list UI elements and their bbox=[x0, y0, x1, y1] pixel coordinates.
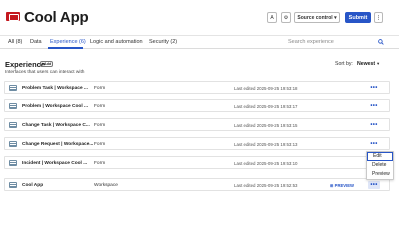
submit-button[interactable]: Submit bbox=[345, 12, 371, 23]
item-type: Form bbox=[94, 122, 106, 128]
item-type: Form bbox=[94, 85, 106, 91]
tab-logic-automation[interactable]: Logic and automation bbox=[90, 39, 143, 45]
row-menu-icon[interactable]: ••• bbox=[368, 121, 380, 129]
app-logo-icon bbox=[6, 12, 20, 21]
list-item[interactable]: Cool App Workspace Last edited 2025-09-2… bbox=[4, 178, 390, 191]
more-options-icon[interactable]: ⋮ bbox=[374, 12, 383, 23]
tab-all[interactable]: All (8) bbox=[8, 39, 22, 45]
item-type: Form bbox=[94, 160, 106, 166]
item-name[interactable]: Change Task | Workspace C... bbox=[22, 123, 90, 128]
tab-data[interactable]: Data bbox=[30, 39, 42, 45]
item-last-edited: Last edited 2025-09-25 19:53:13 bbox=[234, 141, 298, 147]
search-icon[interactable] bbox=[378, 39, 384, 45]
list-item[interactable]: Problem Task | Workspace ... Form Last e… bbox=[4, 81, 390, 94]
item-type: Form bbox=[94, 141, 106, 147]
preview-link[interactable]: ⊞ PREVIEW bbox=[330, 183, 354, 188]
chevron-down-icon[interactable]: ▾ bbox=[377, 61, 379, 67]
item-last-edited: Last edited 2025-09-25 19:52:53 bbox=[234, 182, 298, 188]
row-menu-icon[interactable]: ••• bbox=[368, 84, 380, 92]
item-name[interactable]: Incident | Workspace Cool ... bbox=[22, 161, 87, 166]
app-header: Cool App A ⚙ Source control ▾ Submit ⋮ bbox=[0, 0, 399, 36]
workspace-icon bbox=[9, 182, 17, 188]
settings-gear-icon[interactable]: ⚙ bbox=[281, 12, 291, 23]
menu-item-preview[interactable]: Preview bbox=[367, 170, 393, 179]
item-name[interactable]: Cool App bbox=[22, 183, 43, 188]
search-placeholder: Search experience bbox=[288, 39, 334, 45]
list-item[interactable]: Problem | Workspace Cool ... Form Last e… bbox=[4, 99, 390, 112]
ai-assist-button[interactable]: A bbox=[267, 12, 277, 23]
form-icon bbox=[9, 160, 17, 166]
menu-item-delete[interactable]: Delete bbox=[367, 161, 393, 170]
row-menu-icon[interactable]: ••• bbox=[368, 181, 380, 189]
item-name[interactable]: Change Request | Workspace... bbox=[22, 142, 93, 147]
item-last-edited: Last edited 2025-09-25 19:53:18 bbox=[234, 85, 298, 91]
list-item[interactable]: Incident | Workspace Cool ... Form Last … bbox=[4, 156, 390, 169]
form-icon bbox=[9, 103, 17, 109]
active-tab-indicator bbox=[48, 47, 83, 49]
item-last-edited: Last edited 2025-09-25 19:53:17 bbox=[234, 103, 298, 109]
app-title: Cool App bbox=[24, 9, 89, 26]
sort-label: Sort by: bbox=[335, 61, 353, 67]
search-input[interactable]: Search experience bbox=[288, 39, 388, 48]
sort-dropdown[interactable]: Newest bbox=[357, 61, 375, 67]
form-icon bbox=[9, 141, 17, 147]
item-type: Form bbox=[94, 103, 106, 109]
source-control-button[interactable]: Source control ▾ bbox=[294, 12, 340, 23]
item-last-edited: Last edited 2025-09-25 19:53:15 bbox=[234, 122, 298, 128]
row-menu-icon[interactable]: ••• bbox=[368, 102, 380, 110]
tab-security[interactable]: Security (2) bbox=[149, 39, 177, 45]
add-button[interactable]: +Add bbox=[40, 61, 53, 67]
list-item[interactable]: Change Request | Workspace... Form Last … bbox=[4, 137, 390, 150]
menu-item-edit[interactable]: Edit bbox=[367, 152, 393, 161]
item-last-edited: Last edited 2025-09-25 19:53:10 bbox=[234, 160, 298, 166]
form-icon bbox=[9, 122, 17, 128]
item-type: Workspace bbox=[94, 182, 118, 188]
context-menu: Edit Delete Preview bbox=[366, 151, 394, 180]
list-item[interactable]: Change Task | Workspace C... Form Last e… bbox=[4, 118, 390, 131]
tab-experience[interactable]: Experience (6) bbox=[50, 39, 86, 45]
row-menu-icon[interactable]: ••• bbox=[368, 140, 380, 148]
tab-bar: All (8) Data Experience (6) Logic and au… bbox=[0, 37, 399, 49]
item-name[interactable]: Problem Task | Workspace ... bbox=[22, 86, 88, 91]
form-icon bbox=[9, 85, 17, 91]
section-subtitle: Interfaces that users can interact with bbox=[5, 70, 85, 75]
item-name[interactable]: Problem | Workspace Cool ... bbox=[22, 104, 88, 109]
